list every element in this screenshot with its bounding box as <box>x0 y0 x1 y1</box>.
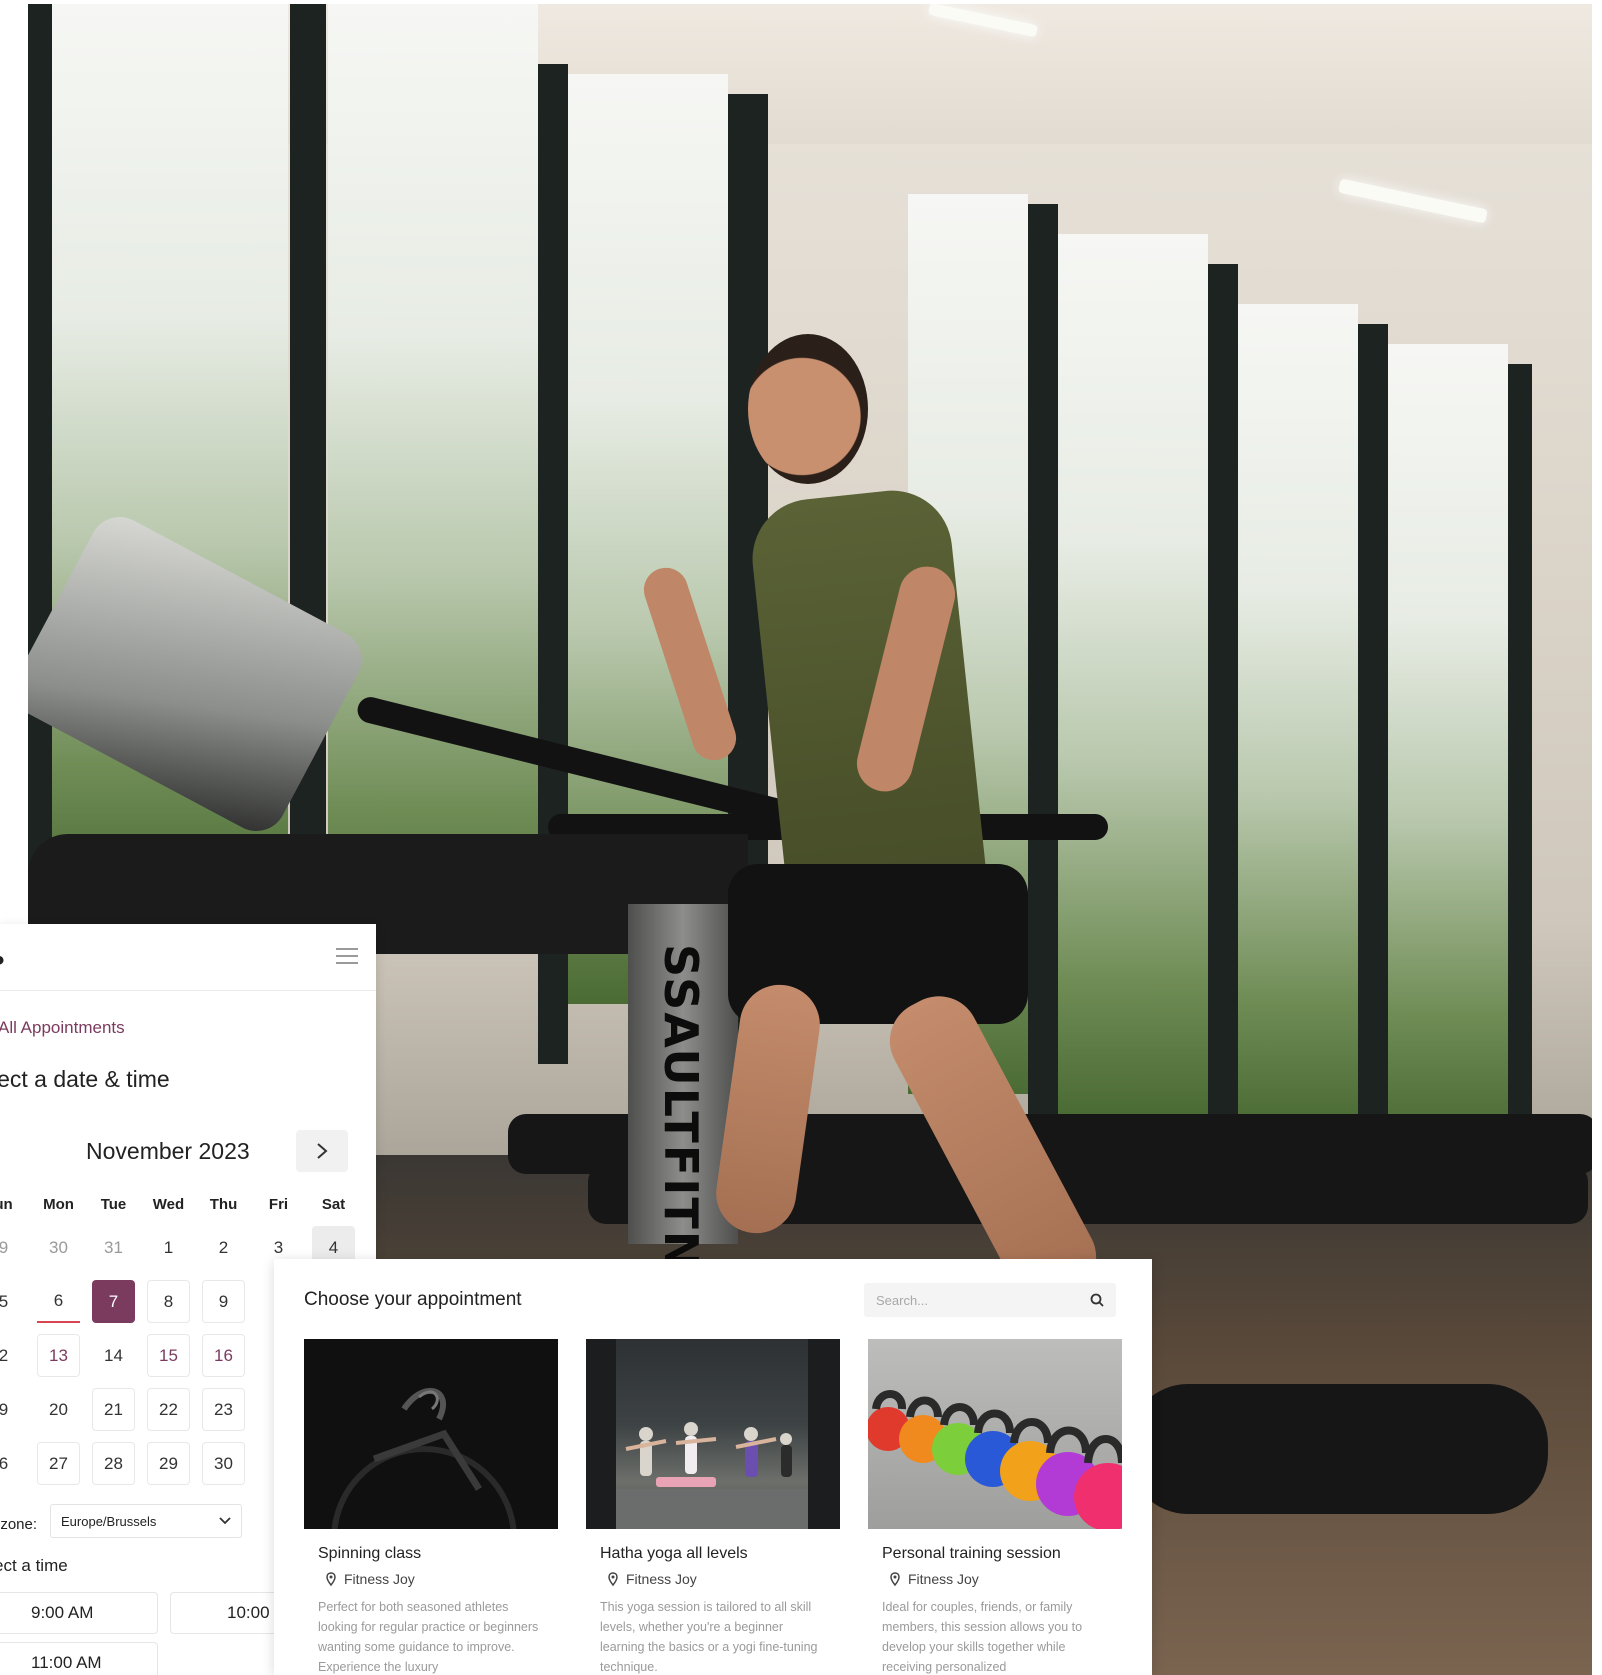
timezone-label: ezone: <box>0 1516 38 1533</box>
hamburger-menu-icon[interactable] <box>336 948 358 964</box>
calendar-day: 6 <box>0 1453 9 1473</box>
card-description: Ideal for couples, friends, or family me… <box>882 1600 1083 1674</box>
timezone-value: Europe/Brussels <box>61 1513 157 1529</box>
card-location-text: Fitness Joy <box>626 1571 697 1587</box>
all-appointments-link[interactable]: All Appointments <box>0 1018 125 1038</box>
appointment-card[interactable]: Personal training session Fitness Joy Id… <box>868 1339 1122 1675</box>
calendar-day: 30 <box>49 1237 68 1257</box>
timezone-select[interactable]: Europe/Brussels <box>50 1504 242 1538</box>
calendar-day-today: 6 <box>37 1280 80 1323</box>
yoga-class-image <box>586 1339 840 1529</box>
window-frame <box>1028 204 1058 1154</box>
chevron-right-icon <box>317 1143 328 1159</box>
window-frame <box>1208 264 1238 1164</box>
weekday-label: un <box>0 1196 13 1213</box>
calendar-month-label: November 2023 <box>86 1138 250 1164</box>
map-pin-icon <box>608 1572 618 1586</box>
chooser-title: Choose your appointment <box>304 1289 522 1310</box>
card-title: Spinning class <box>318 1545 422 1562</box>
weekday-label: Tue <box>100 1196 127 1213</box>
next-month-button[interactable] <box>296 1130 348 1172</box>
booking-topbar: • <box>0 924 376 991</box>
calendar-day: 9 <box>0 1399 9 1419</box>
calendar-day-available[interactable]: 13 <box>37 1334 80 1377</box>
search-box[interactable] <box>864 1283 1116 1317</box>
calendar-day-selected[interactable]: 7 <box>92 1280 135 1323</box>
card-title: Personal training session <box>882 1545 1061 1562</box>
calendar-day-available[interactable]: 28 <box>92 1442 135 1485</box>
card-location-text: Fitness Joy <box>344 1571 415 1587</box>
runner-head <box>748 334 868 484</box>
card-description: Perfect for both seasoned athletes looki… <box>318 1600 539 1674</box>
kettlebells-image <box>868 1339 1122 1529</box>
calendar-day-available[interactable]: 22 <box>147 1388 190 1431</box>
window-frame <box>1358 324 1388 1174</box>
calendar-day: 2 <box>0 1345 9 1365</box>
card-description: This yoga session is tailored to all ski… <box>600 1600 818 1674</box>
time-slot-button[interactable]: 11:00 AM <box>0 1642 158 1675</box>
appointment-card[interactable]: Spinning class Fitness Joy Perfect for b… <box>304 1339 558 1675</box>
time-slot-label: 11:00 AM <box>31 1653 102 1672</box>
calendar-day: 14 <box>104 1345 123 1365</box>
map-pin-icon <box>890 1572 900 1586</box>
calendar-day-available[interactable]: 9 <box>202 1280 245 1323</box>
card-location: Fitness Joy <box>890 1571 979 1587</box>
window-frame <box>1508 364 1532 1164</box>
search-icon[interactable] <box>1090 1293 1104 1307</box>
window <box>1058 234 1208 1114</box>
weekday-label: Wed <box>152 1196 185 1213</box>
window <box>1238 304 1358 1124</box>
ceiling-light <box>1338 178 1488 224</box>
time-slot-label: 10:00 <box>227 1603 270 1622</box>
calendar-day: 20 <box>49 1399 68 1419</box>
calendar-day-available[interactable]: 16 <box>202 1334 245 1377</box>
card-location-text: Fitness Joy <box>908 1571 979 1587</box>
card-location: Fitness Joy <box>608 1571 697 1587</box>
window <box>1388 344 1508 1134</box>
calendar-day: 31 <box>104 1237 123 1257</box>
calendar-day-available[interactable]: 15 <box>147 1334 190 1377</box>
weekday-label: Thu <box>209 1196 238 1213</box>
calendar-day-available[interactable]: 23 <box>202 1388 245 1431</box>
chevron-down-icon <box>219 1517 231 1525</box>
time-slot-button[interactable]: 9:00 AM <box>0 1592 158 1634</box>
search-input[interactable] <box>874 1291 1078 1309</box>
spinning-bike-image <box>304 1339 558 1529</box>
treadmill-brand: SSAULTFITN <box>654 944 708 1272</box>
calendar-day-available[interactable]: 27 <box>37 1442 80 1485</box>
logo: • <box>0 944 5 978</box>
appointment-chooser-panel: Choose your appointment Spinning class F… <box>274 1259 1152 1675</box>
time-section-heading: ect a time <box>0 1556 68 1575</box>
calendar-weekday-header: un Mon Tue Wed Thu Fri Sat <box>0 1196 376 1213</box>
card-title: Hatha yoga all levels <box>600 1545 748 1562</box>
calendar-day: 5 <box>0 1291 9 1311</box>
calendar-day-available[interactable]: 8 <box>147 1280 190 1323</box>
window <box>328 4 538 954</box>
calendar-day-available[interactable]: 30 <box>202 1442 245 1485</box>
calendar-day: 1 <box>163 1237 174 1257</box>
treadmill-belt <box>1128 1384 1548 1514</box>
calendar-day: 9 <box>0 1237 9 1257</box>
weekday-label: Sat <box>321 1196 346 1213</box>
weekday-label: Mon <box>43 1196 74 1213</box>
map-pin-icon <box>326 1572 336 1586</box>
time-slot-label: 9:00 AM <box>31 1603 94 1622</box>
appointment-card[interactable]: Hatha yoga all levels Fitness Joy This y… <box>586 1339 840 1675</box>
page-title: lect a date & time <box>0 1066 170 1092</box>
calendar-day: 2 <box>218 1237 229 1257</box>
card-location: Fitness Joy <box>326 1571 415 1587</box>
weekday-label: Fri <box>268 1196 289 1213</box>
calendar-day-available[interactable]: 21 <box>92 1388 135 1431</box>
calendar-day-available[interactable]: 29 <box>147 1442 190 1485</box>
